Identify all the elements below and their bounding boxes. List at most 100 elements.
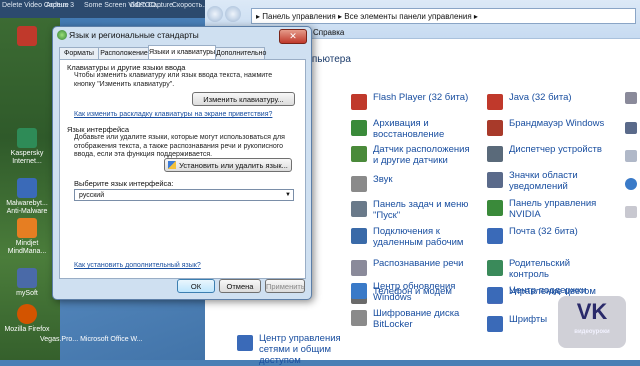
- desktop-icon[interactable]: Malwarebyt... Anti-Malware: [2, 178, 52, 216]
- tab-languages-keyboards[interactable]: Языки и клавиатуры: [148, 45, 216, 59]
- cp-item-remote[interactable]: Подключения к удаленным рабочим: [351, 226, 471, 248]
- cp-item-java[interactable]: Java (32 бита): [487, 92, 607, 114]
- side-tray-icon[interactable]: [625, 92, 637, 104]
- desktop-icon[interactable]: Mozilla Firefox: [2, 304, 52, 334]
- java-icon: [487, 94, 503, 110]
- firefox-icon: [17, 304, 37, 324]
- tab-location[interactable]: Расположение: [98, 47, 150, 59]
- menu-help[interactable]: Справка: [313, 28, 344, 37]
- microphone-icon: [351, 260, 367, 276]
- cp-item-label: Родительский контроль: [509, 258, 571, 280]
- breadcrumb-item[interactable]: Все элементы панели управления: [344, 12, 471, 21]
- desktop-top-icon-label[interactable]: Ardeus 3: [46, 2, 74, 9]
- kaspersky-icon: [17, 128, 37, 148]
- cp-item-network-center[interactable]: Центр управления сетями и общим доступом: [237, 333, 357, 366]
- desktop-icon[interactable]: Kaspersky Internet...: [2, 128, 52, 166]
- firewall-icon: [487, 120, 503, 136]
- desktop-icon-label: Malwarebyt... Anti-Malware: [6, 200, 48, 215]
- cp-item-label: Панель управления NVIDIA: [509, 198, 597, 220]
- cp-item-sound[interactable]: Звук: [351, 174, 471, 196]
- desktop-icon-label: Mindjet MindMana...: [7, 240, 47, 255]
- nvidia-icon: [487, 200, 503, 216]
- desktop-icon-label: Kaspersky Internet...: [10, 150, 44, 165]
- breadcrumb-item[interactable]: Панель управления: [262, 12, 336, 21]
- cp-item-microphone[interactable]: Распознавание речи: [351, 258, 471, 280]
- dialog-title: Язык и региональные стандарты: [69, 30, 199, 40]
- cp-item-label: Звук: [373, 174, 393, 185]
- cp-item-label: Распознавание речи: [373, 258, 464, 269]
- globe-icon: [57, 30, 67, 40]
- desktop-icon[interactable]: [2, 26, 52, 48]
- interface-description: Добавьте или удалите языки, которые могу…: [74, 134, 285, 158]
- interface-group-title: Язык интерфейса: [67, 125, 130, 134]
- cp-item-update[interactable]: Центр обновления Windows: [351, 281, 471, 303]
- side-tray-icon[interactable]: [625, 122, 637, 134]
- watermark-logo: VK: [576, 299, 608, 324]
- mindjet-icon: [17, 218, 37, 238]
- side-tray-icon[interactable]: [625, 178, 637, 190]
- watermark-caption: видеоуроки: [574, 329, 610, 335]
- cp-item-sensor[interactable]: Датчик расположения и другие датчики: [351, 144, 471, 166]
- parental-icon: [487, 260, 503, 276]
- interface-language-select[interactable]: русский ▼: [74, 189, 294, 201]
- keyboards-description: Чтобы изменить клавиатуру или язык ввода…: [74, 72, 273, 88]
- desktop-icon[interactable]: mySoft: [2, 268, 52, 298]
- desktop-bottom-labels[interactable]: Vegas.Pro... Microsoft Office W...: [40, 336, 160, 344]
- cp-item-backup[interactable]: Архивация и восстановление: [351, 118, 471, 140]
- desktop-top-icon-label[interactable]: Скорость...: [172, 2, 208, 9]
- change-keyboard-button[interactable]: Изменить клавиатуру...: [192, 92, 295, 106]
- region-language-dialog: Язык и региональные стандарты ✕ Форматы …: [52, 26, 312, 300]
- breadcrumb-arrow-icon: ▸: [473, 12, 478, 21]
- keyboard-welcome-link[interactable]: Как изменить раскладку клавиатуры на экр…: [74, 111, 272, 118]
- side-tray-icon[interactable]: [625, 150, 637, 162]
- cp-item-tray[interactable]: Значки области уведомлений: [487, 170, 607, 192]
- mysoft-icon: [17, 268, 37, 288]
- cp-item-label: Почта (32 бита): [509, 226, 578, 237]
- device-manager-icon: [487, 146, 503, 162]
- install-language-link[interactable]: Как установить дополнительный язык?: [74, 262, 201, 269]
- address-bar[interactable]: ▸ Панель управления ▸ Все элементы панел…: [251, 8, 636, 24]
- flash-icon: [351, 94, 367, 110]
- tab-formats[interactable]: Форматы: [59, 47, 99, 59]
- desktop-icon[interactable]: Mindjet MindMana...: [2, 218, 52, 256]
- apply-button[interactable]: Применить: [265, 279, 305, 293]
- tray-icon: [487, 172, 503, 188]
- cp-item-label: Центр управления сетями и общим доступом: [259, 333, 341, 366]
- cancel-button[interactable]: Отмена: [219, 279, 261, 293]
- desktop-icon-label: Mozilla Firefox: [4, 326, 50, 333]
- cp-item-label: Подключения к удаленным рабочим: [373, 226, 464, 248]
- cp-item-label: Значки области уведомлений: [509, 170, 578, 192]
- desktop-top-icon-label[interactable]: GOTOO...: [130, 2, 162, 9]
- sound-icon: [351, 176, 367, 192]
- taskbar-icon: [351, 201, 367, 217]
- close-button[interactable]: ✕: [279, 29, 307, 44]
- vk-watermark: VK видеоуроки: [558, 296, 626, 348]
- cp-item-label: Центр поддержки: [509, 285, 587, 296]
- select-interface-label: Выберите язык интерфейса:: [74, 179, 174, 188]
- cp-item-flash[interactable]: Flash Player (32 бита): [351, 92, 471, 114]
- cp-item-mail[interactable]: Почта (32 бита): [487, 226, 607, 248]
- pdf-icon: [17, 26, 37, 46]
- flag-icon: [487, 287, 503, 303]
- cp-item-nvidia[interactable]: Панель управления NVIDIA: [487, 198, 607, 220]
- cp-item-label: Архивация и восстановление: [373, 118, 445, 140]
- forward-icon[interactable]: [225, 6, 241, 22]
- sensor-icon: [351, 146, 367, 162]
- side-tray-icon[interactable]: [625, 206, 637, 218]
- back-icon[interactable]: [207, 6, 223, 22]
- cp-item-device-manager[interactable]: Диспетчер устройств: [487, 144, 607, 166]
- tab-advanced[interactable]: Дополнительно: [215, 47, 266, 59]
- mail-icon: [487, 228, 503, 244]
- install-language-button[interactable]: Установить или удалить язык...: [164, 158, 292, 172]
- tab-panel: Клавиатуры и другие языки ввода Чтобы из…: [59, 59, 306, 279]
- cp-item-bitlocker[interactable]: Шифрование диска BitLocker: [351, 308, 471, 330]
- cp-item-parental[interactable]: Родительский контроль: [487, 258, 607, 280]
- update-icon: [351, 283, 367, 299]
- install-language-label: Установить или удалить язык...: [179, 161, 288, 170]
- cp-item-taskbar[interactable]: Панель задач и меню "Пуск": [351, 199, 471, 221]
- nav-buttons: [207, 6, 247, 24]
- cp-item-label: Шифрование диска BitLocker: [373, 308, 460, 330]
- ok-button[interactable]: ОК: [177, 279, 215, 293]
- cp-item-firewall[interactable]: Брандмауэр Windows: [487, 118, 607, 140]
- cp-item-label: Flash Player (32 бита): [373, 92, 469, 103]
